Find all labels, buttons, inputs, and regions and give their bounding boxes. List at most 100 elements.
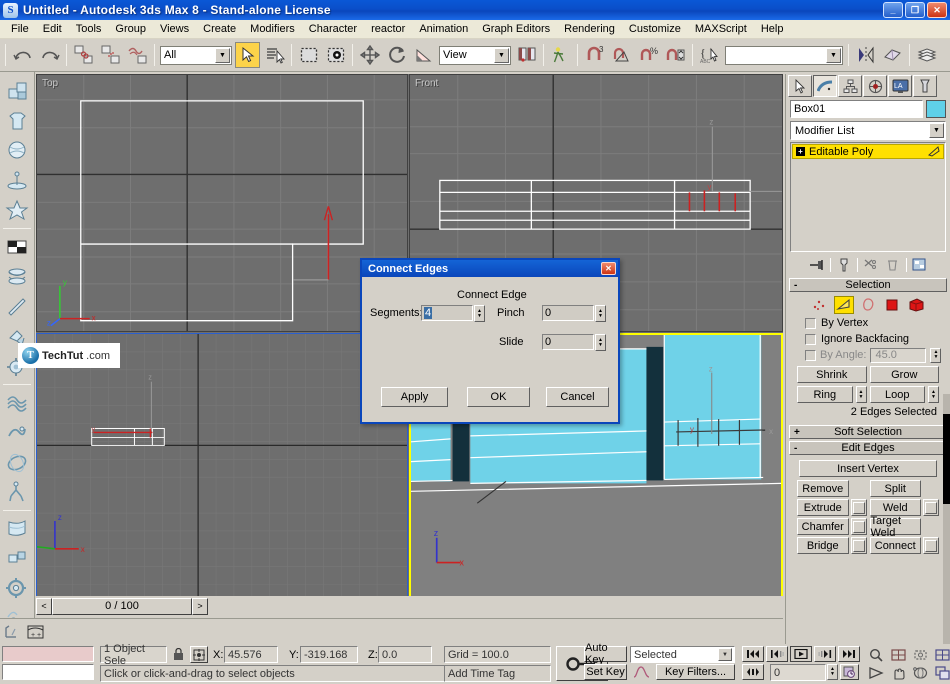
insert-vertex-button[interactable]: Insert Vertex xyxy=(799,460,937,477)
previous-frame-button[interactable] xyxy=(766,646,788,662)
waves-tool[interactable] xyxy=(3,478,32,507)
collapse-icon[interactable]: - xyxy=(794,443,797,454)
edit-edges-rollout-header[interactable]: - Edit Edges xyxy=(789,441,947,455)
y-coordinate-input[interactable]: -319.168 xyxy=(300,646,358,663)
materials-tool[interactable] xyxy=(3,232,32,261)
bones-tool[interactable] xyxy=(3,544,32,573)
segments-spinner[interactable]: ▲ ▼ xyxy=(474,305,485,322)
selection-rollout-header[interactable]: - Selection xyxy=(789,278,947,292)
viewport-left[interactable]: z y z x xyxy=(36,333,408,598)
slide-spinner[interactable]: ▲ ▼ xyxy=(595,334,606,351)
time-configuration-button[interactable] xyxy=(840,664,859,680)
key-mode-toggle-button[interactable] xyxy=(742,664,764,680)
by-vertex-row[interactable]: By Vertex xyxy=(791,315,945,331)
configure-sets-icon[interactable] xyxy=(911,256,929,274)
lock-icon[interactable] xyxy=(170,647,186,662)
spinner-snap-toggle-button[interactable] xyxy=(663,42,688,68)
zoom-button[interactable] xyxy=(866,646,886,663)
maxscript-listener-pink[interactable] xyxy=(2,646,94,662)
track-view-icon[interactable]: + + xyxy=(26,622,45,642)
show-end-result-icon[interactable] xyxy=(835,256,853,274)
maximize-viewport-button[interactable] xyxy=(932,664,950,681)
segments-input[interactable]: 4 xyxy=(421,305,473,321)
selection-filter-combo[interactable]: All ▼ xyxy=(160,45,232,65)
ring-button[interactable]: Ring xyxy=(797,386,853,403)
key-filters-button[interactable]: Key Filters... xyxy=(656,664,735,680)
split-button[interactable]: Split xyxy=(869,480,921,497)
snap-toggle-button[interactable]: 3 xyxy=(582,42,607,68)
extrude-button[interactable]: Extrude xyxy=(797,499,849,516)
layer-manager-button[interactable] xyxy=(914,42,939,68)
by-angle-checkbox[interactable] xyxy=(805,349,816,361)
dynamics-tool[interactable] xyxy=(3,418,32,447)
by-angle-input[interactable]: 45.0 xyxy=(870,347,927,363)
bind-to-space-warp-button[interactable] xyxy=(125,42,150,68)
key-mode-combo[interactable]: Selected ▼ xyxy=(630,646,735,663)
zoom-region-button[interactable] xyxy=(932,646,950,663)
pinch-spinner[interactable]: ▲ ▼ xyxy=(595,305,606,322)
chevron-down-icon[interactable]: ▼ xyxy=(929,123,944,138)
menu-item-create[interactable]: Create xyxy=(196,21,243,37)
named-selection-set-combo[interactable]: ▼ xyxy=(725,45,843,65)
select-and-rotate-button[interactable] xyxy=(384,42,409,68)
menu-item-views[interactable]: Views xyxy=(153,21,196,37)
bridge-button[interactable]: Bridge xyxy=(797,537,849,554)
chevron-down-icon[interactable]: ▼ xyxy=(215,47,230,63)
by-angle-spinner[interactable]: ▲ ▼ xyxy=(930,347,942,363)
goto-end-button[interactable] xyxy=(838,646,860,662)
sub-edge-button[interactable] xyxy=(834,296,854,314)
menu-item-modifiers[interactable]: Modifiers xyxy=(243,21,302,37)
reference-coordinate-combo[interactable]: View ▼ xyxy=(439,45,511,65)
extrude-settings-icon[interactable] xyxy=(850,499,867,516)
pin-stack-icon[interactable] xyxy=(808,256,826,274)
expand-icon[interactable]: + xyxy=(794,427,800,438)
chevron-down-icon[interactable]: ▼ xyxy=(494,47,509,63)
menu-item-character[interactable]: Character xyxy=(302,21,364,37)
stack-item-editable-poly[interactable]: + Editable Poly xyxy=(792,144,944,159)
geometry-tool[interactable] xyxy=(3,76,32,105)
chevron-down-icon[interactable]: ▼ xyxy=(826,47,841,63)
expand-icon[interactable]: + xyxy=(796,147,805,156)
helpers-tool[interactable] xyxy=(3,196,32,225)
tab-display[interactable]: LA xyxy=(888,75,912,97)
connect-button[interactable]: Connect xyxy=(869,537,921,554)
menu-item-tools[interactable]: Tools xyxy=(69,21,109,37)
ring-spinner[interactable]: ▲ ▼ xyxy=(855,386,867,403)
absolute-relative-transform-toggle[interactable] xyxy=(190,646,208,663)
tab-modify[interactable] xyxy=(813,75,837,97)
maxscript-listener-white[interactable] xyxy=(2,664,94,680)
by-vertex-checkbox[interactable] xyxy=(805,317,816,329)
modifier-list-combo[interactable]: Modifier List ▼ xyxy=(790,121,946,140)
select-and-move-button[interactable] xyxy=(357,42,382,68)
cameras-tool[interactable] xyxy=(3,166,32,195)
angle-snap-toggle-button[interactable] xyxy=(609,42,634,68)
scrollbar-thumb[interactable] xyxy=(943,414,950,504)
percent-snap-toggle-button[interactable]: % xyxy=(636,42,661,68)
grow-button[interactable]: Grow xyxy=(869,366,939,383)
menu-item-rendering[interactable]: Rendering xyxy=(557,21,622,37)
current-frame-input[interactable]: 0 xyxy=(770,664,826,681)
menu-item-graph-editors[interactable]: Graph Editors xyxy=(475,21,557,37)
tab-hierarchy[interactable] xyxy=(838,75,862,97)
current-frame-spinner[interactable]: ▲ ▼ xyxy=(827,664,838,680)
select-and-scale-button[interactable] xyxy=(411,42,436,68)
select-and-link-button[interactable] xyxy=(71,42,96,68)
play-animation-button[interactable] xyxy=(790,646,812,662)
redo-button[interactable] xyxy=(37,42,62,68)
open-mini-curve-editor-icon[interactable] xyxy=(2,621,23,643)
tab-create[interactable] xyxy=(788,75,812,97)
select-by-name-button[interactable] xyxy=(262,42,287,68)
nurbs-tool[interactable] xyxy=(3,448,32,477)
zoom-extents-button[interactable] xyxy=(910,646,930,663)
remove-modifier-icon[interactable] xyxy=(884,256,902,274)
object-name-input[interactable]: Box01 xyxy=(790,100,923,118)
loop-button[interactable]: Loop xyxy=(869,386,925,403)
light-bulb-icon[interactable] xyxy=(928,146,940,157)
set-key-button[interactable]: Set Key xyxy=(584,664,627,680)
by-angle-row[interactable]: By Angle: 45.0 ▲ ▼ xyxy=(791,347,945,363)
slide-input[interactable]: 0 xyxy=(542,334,594,350)
sub-vertex-button[interactable] xyxy=(810,296,830,314)
ignore-backfacing-checkbox[interactable] xyxy=(805,333,816,345)
chamfer-button[interactable]: Chamfer xyxy=(797,518,849,535)
remove-button[interactable]: Remove xyxy=(797,480,849,497)
